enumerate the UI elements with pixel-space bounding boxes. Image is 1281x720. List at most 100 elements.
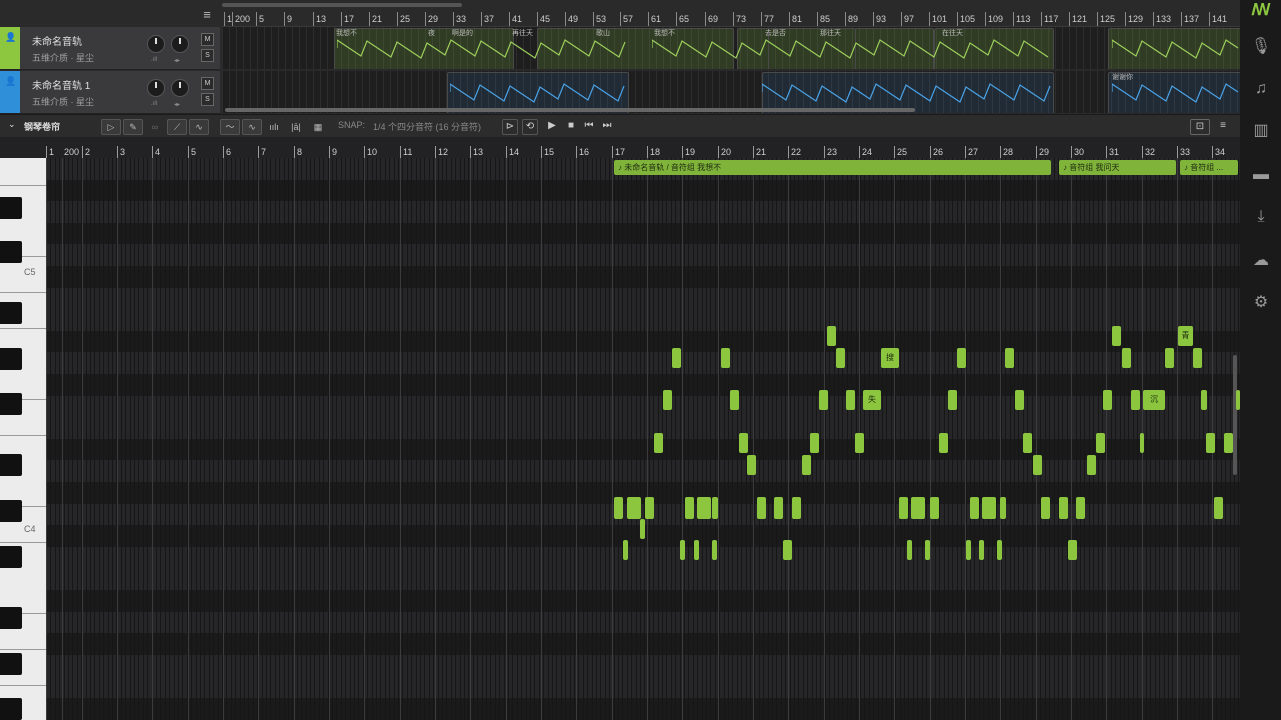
note[interactable]	[819, 390, 828, 410]
note[interactable]	[1165, 348, 1174, 368]
track-singer[interactable]: 五维介质 · 星尘	[32, 51, 94, 64]
black-key[interactable]	[0, 197, 22, 219]
black-key[interactable]	[0, 241, 22, 263]
note[interactable]	[774, 497, 783, 519]
note[interactable]	[1096, 433, 1105, 453]
track-header-1[interactable]: 👤 未命名音轨 五维介质 · 星尘 .ıll ◂▸ M S	[0, 27, 220, 70]
track-horizontal-scrollbar[interactable]	[225, 108, 915, 112]
skip-back-icon[interactable]: ⏮	[582, 119, 596, 133]
note[interactable]	[948, 390, 957, 410]
select-tool-button[interactable]: ▷	[101, 119, 121, 135]
black-key[interactable]	[0, 302, 22, 324]
vibrato-button[interactable]: ∿	[242, 119, 262, 135]
note[interactable]	[1206, 433, 1215, 453]
track-header-2[interactable]: 👤 未命名音轨 1 五维介质 · 星尘 .ıll ◂▸ M S	[0, 71, 220, 114]
note[interactable]	[685, 497, 694, 519]
note[interactable]	[1140, 433, 1144, 453]
pan-knob[interactable]	[171, 35, 189, 53]
note[interactable]	[899, 497, 908, 519]
note[interactable]	[792, 497, 801, 519]
note[interactable]	[979, 540, 984, 560]
library-icon[interactable]: ▥	[1250, 120, 1272, 142]
black-key[interactable]	[0, 454, 22, 476]
note[interactable]	[1015, 390, 1024, 410]
track-scrollbar[interactable]	[222, 3, 462, 7]
note[interactable]	[1193, 348, 1202, 368]
volume-knob[interactable]	[147, 79, 165, 97]
note[interactable]	[1131, 390, 1140, 410]
note[interactable]	[680, 540, 685, 560]
book-icon[interactable]: ▬	[1250, 164, 1272, 186]
note[interactable]	[1201, 390, 1207, 410]
note[interactable]	[1041, 497, 1050, 519]
note-group-bar[interactable]: ♪ 音符组 ...	[1180, 160, 1238, 175]
screenshot-icon[interactable]: ⊡	[1190, 119, 1210, 135]
note[interactable]	[1000, 497, 1006, 519]
skip-forward-icon[interactable]: ⏭	[600, 119, 614, 133]
note[interactable]	[614, 497, 623, 519]
note[interactable]	[672, 348, 681, 368]
mute-button[interactable]: M	[201, 33, 214, 46]
note[interactable]	[747, 455, 756, 475]
note[interactable]	[855, 433, 864, 453]
note[interactable]	[1023, 433, 1032, 453]
note[interactable]	[966, 540, 971, 560]
note[interactable]	[654, 433, 663, 453]
note[interactable]	[721, 348, 730, 368]
solo-button[interactable]: S	[201, 49, 214, 62]
note[interactable]	[907, 540, 912, 560]
note[interactable]	[957, 348, 966, 368]
track-lane-1[interactable]: 我想不夜啊是的 再往天 歌山 我想不 去是否 那往天 在往天	[222, 27, 1240, 69]
note[interactable]	[970, 497, 979, 519]
pitch-tool-button[interactable]: ∿	[189, 119, 209, 135]
black-key[interactable]	[0, 348, 22, 370]
note[interactable]	[1059, 497, 1068, 519]
note[interactable]	[1087, 455, 1096, 475]
black-key[interactable]	[0, 546, 22, 568]
note[interactable]	[783, 540, 792, 560]
note[interactable]	[925, 540, 930, 560]
pencil-tool-button[interactable]: ✎	[123, 119, 143, 135]
track-name[interactable]: 未命名音轨	[32, 33, 82, 48]
note[interactable]	[730, 390, 739, 410]
pitch-line-button[interactable]: 〜	[220, 119, 240, 135]
mute-button[interactable]: M	[201, 77, 214, 90]
solo-button[interactable]: S	[201, 93, 214, 106]
collapse-chevron-icon[interactable]: ⌄	[8, 119, 16, 130]
pan-knob[interactable]	[171, 79, 189, 97]
note[interactable]	[1236, 390, 1240, 410]
note[interactable]	[697, 497, 711, 519]
play-icon[interactable]: ▶	[545, 119, 559, 133]
grid-vertical-scrollbar[interactable]	[1233, 355, 1237, 475]
waveform-button[interactable]: ıılı	[264, 119, 284, 135]
note[interactable]	[930, 497, 939, 519]
note-grid[interactable]	[46, 158, 1240, 720]
note[interactable]	[911, 497, 925, 519]
phoneme-button[interactable]: |ā|	[286, 119, 306, 135]
export-icon[interactable]: ⤓	[1250, 206, 1272, 228]
note[interactable]	[1112, 326, 1121, 346]
stop-icon[interactable]: ■	[564, 119, 578, 133]
note[interactable]	[623, 540, 628, 560]
note[interactable]	[939, 433, 948, 453]
snap-value[interactable]: 1/4 个四分音符 (16 分音符)	[373, 120, 481, 133]
note-group-bar[interactable]: ♪ 未命名音轨 / 音符组 我想不	[614, 160, 1051, 175]
note[interactable]	[645, 497, 654, 519]
black-key[interactable]	[0, 607, 22, 629]
black-key[interactable]	[0, 698, 22, 720]
eraser-tool-button[interactable]: ∞	[145, 119, 165, 135]
piano-button[interactable]: ▦	[308, 119, 328, 135]
note[interactable]	[694, 540, 699, 560]
track-menu-icon[interactable]: ≡	[200, 8, 214, 22]
note[interactable]	[846, 390, 855, 410]
note[interactable]	[997, 540, 1002, 560]
note[interactable]	[836, 348, 845, 368]
track-singer[interactable]: 五维介质 · 星尘	[32, 95, 94, 108]
note[interactable]	[1224, 433, 1233, 453]
note[interactable]	[827, 326, 836, 346]
note[interactable]	[663, 390, 672, 410]
curve-tool-button[interactable]: ⟋	[167, 119, 187, 135]
note[interactable]	[982, 497, 996, 519]
menu-icon[interactable]: ≡	[1216, 119, 1230, 133]
note[interactable]	[1033, 455, 1042, 475]
